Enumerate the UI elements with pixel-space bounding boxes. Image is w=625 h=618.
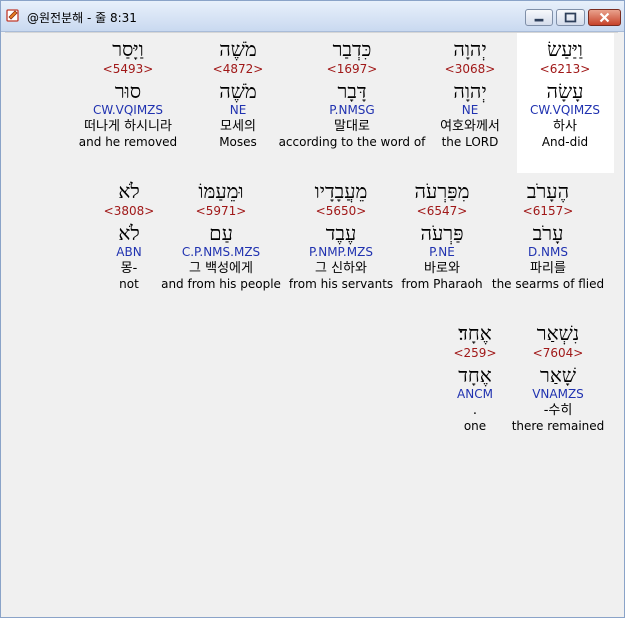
word-block[interactable]: הֶעָרֹב <6157> עָרֹב D.NMS 파리를 the searm…	[488, 179, 608, 292]
english-gloss: according to the word of	[278, 135, 426, 149]
english-gloss: the searms of flied	[491, 277, 605, 291]
lemma: פַּרְעֹה	[420, 221, 464, 245]
english-gloss: there remained	[511, 419, 605, 433]
morphology: D.NMS	[527, 245, 568, 259]
morphology: VNAMZS	[532, 387, 584, 401]
morphology: P.NMSG	[329, 103, 375, 117]
english-gloss: and from his people	[161, 277, 281, 291]
word-block[interactable]: מִפַּרְעֹה <6547> פַּרְעֹה P.NE 바로와 from…	[382, 179, 502, 292]
hebrew-word: נִשְׁאַר	[536, 321, 580, 345]
word-block[interactable]: נִשְׁאַר <7604> שָׁאַר VNAMZS -수히 there …	[498, 321, 618, 434]
lemma: סוּר	[114, 79, 142, 103]
minimize-button[interactable]	[525, 9, 553, 26]
title-bar[interactable]: @원전분해 - 줄 8:31	[1, 1, 624, 32]
close-icon	[599, 12, 610, 23]
word-block-selected[interactable]: וַיַּעַשׂ <6213> עָשָׂה CW.VQIMZS 하사 And…	[505, 37, 625, 150]
morphology: CW.VQIMZS	[92, 103, 164, 117]
maximize-icon	[564, 12, 577, 23]
morphology: C.P.NMS.MZS	[181, 245, 261, 259]
window-title: @원전분해 - 줄 8:31	[27, 11, 137, 25]
strong-number: <5971>	[195, 204, 247, 218]
strong-number: <6213>	[539, 62, 591, 76]
morphology: P.NE	[429, 245, 455, 259]
korean-gloss: 하사	[553, 119, 577, 134]
minimize-icon	[534, 18, 544, 22]
strong-number: <7604>	[532, 346, 584, 360]
english-gloss: from Pharaoh	[401, 277, 483, 291]
strong-number: <6157>	[522, 204, 574, 218]
word-block[interactable]: וּמֵעַמּוֹ <5971> עַם C.P.NMS.MZS 그 백성에게…	[161, 179, 281, 292]
lemma: שָׁאַר	[540, 363, 576, 387]
app-icon	[6, 9, 19, 22]
lemma: עַם	[209, 221, 233, 245]
korean-gloss: 바로와	[424, 261, 460, 276]
word-block[interactable]: כִּדְבַר <1697> דָּבָר P.NMSG 말대로 accord…	[275, 37, 429, 150]
korean-gloss: 말대로	[334, 119, 370, 134]
lemma: עָרֹב	[532, 221, 564, 245]
korean-gloss: 떠나게 하시니라	[84, 119, 172, 134]
maximize-button[interactable]	[556, 9, 585, 26]
close-button[interactable]	[588, 9, 621, 26]
strong-number: <6547>	[416, 204, 468, 218]
lemma: דָּבָר	[337, 79, 367, 103]
word-block[interactable]: וַיָּסַר <5493> סוּר CW.VQIMZS 떠나게 하시니라 …	[68, 37, 188, 150]
app-window: @원전분해 - 줄 8:31 וַיָּסַר <5493> סוּר CW.V…	[0, 0, 625, 618]
lemma: עָשָׂה	[546, 79, 584, 103]
morphology: CW.VQIMZS	[529, 103, 601, 117]
english-gloss: And-did	[541, 135, 589, 149]
hebrew-word: וַיָּסַר	[112, 37, 144, 61]
interlinear-view[interactable]: וַיָּסַר <5493> סוּר CW.VQIMZS 떠나게 하시니라 …	[5, 32, 618, 612]
korean-gloss: 파리를	[530, 261, 566, 276]
hebrew-word: כִּדְבַר	[332, 37, 372, 61]
hebrew-word: וּמֵעַמּוֹ	[198, 179, 244, 203]
korean-gloss: 그 백성에게	[189, 261, 253, 276]
english-gloss: and he removed	[78, 135, 178, 149]
hebrew-word: וַיַּעַשׂ	[547, 37, 583, 61]
hebrew-word: הֶעָרֹב	[526, 179, 570, 203]
strong-number: <5493>	[102, 62, 154, 76]
hebrew-word: מִפַּרְעֹה	[414, 179, 470, 203]
korean-gloss: -수히	[543, 403, 573, 418]
strong-number: <1697>	[326, 62, 378, 76]
